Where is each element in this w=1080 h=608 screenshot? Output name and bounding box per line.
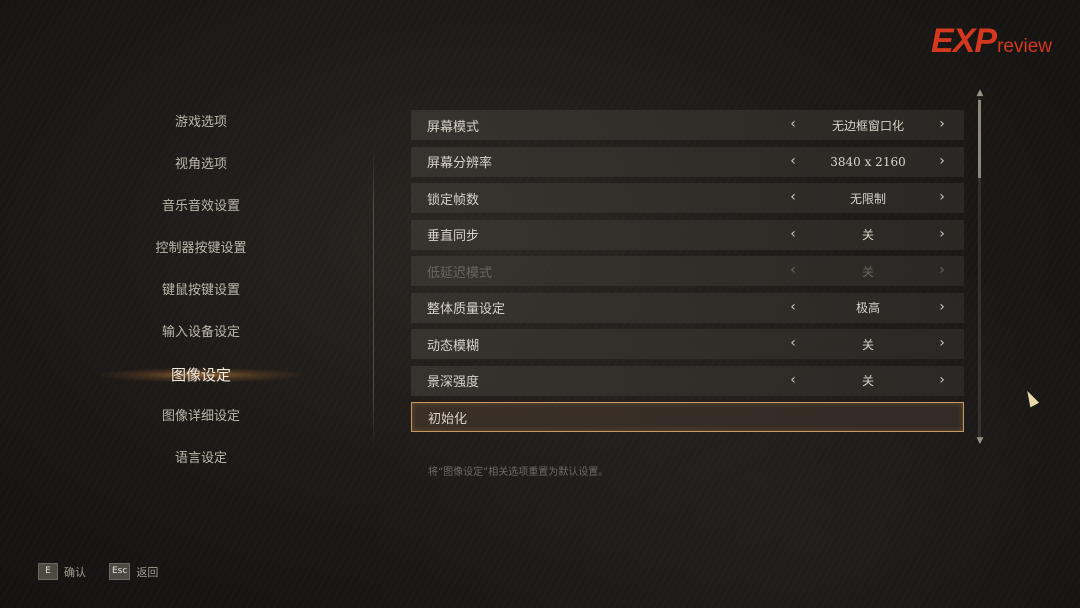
menu-item-camera-options[interactable]: 视角选项 bbox=[96, 144, 306, 186]
menu-item-graphics-detail[interactable]: 图像详细设定 bbox=[96, 396, 306, 438]
menu-item-graphics-settings[interactable]: 图像设定 bbox=[96, 354, 306, 396]
back-hint[interactable]: Esc 返回 bbox=[109, 563, 158, 580]
menu-item-game-options[interactable]: 游戏选项 bbox=[96, 102, 306, 144]
setting-value: 关 bbox=[861, 264, 874, 279]
chevron-left-icon[interactable]: ‹ bbox=[786, 153, 800, 169]
chevron-left-icon: ‹ bbox=[790, 262, 796, 278]
reset-button[interactable]: 初始化 bbox=[411, 402, 964, 432]
chevron-right-icon[interactable]: › bbox=[935, 153, 949, 169]
menu-item-audio-settings[interactable]: 音乐音效设置 bbox=[96, 186, 306, 228]
chevron-right-icon: › bbox=[939, 262, 945, 278]
e-key-icon: E bbox=[38, 563, 58, 580]
menu-item-keyboard-mouse-bindings[interactable]: 键鼠按键设置 bbox=[96, 270, 306, 312]
chevron-left-icon[interactable]: ‹ bbox=[786, 189, 800, 205]
setting-label: 垂直同步 bbox=[427, 229, 480, 244]
setting-row-resolution[interactable]: 屏幕分辨率 ‹ 3840 x 2160 › bbox=[411, 146, 964, 177]
menu-divider bbox=[373, 148, 374, 448]
setting-value: 无限制 bbox=[849, 191, 886, 206]
setting-label: 屏幕模式 bbox=[427, 119, 480, 135]
graphics-settings-list: 屏幕模式 ‹ 无边框窗口化 › 屏幕分辨率 ‹ 3840 x 2160 › 锁定… bbox=[411, 110, 964, 439]
setting-label: 整体质量设定 bbox=[427, 302, 506, 317]
menu-item-input-device[interactable]: 输入设备设定 bbox=[96, 312, 306, 354]
setting-row-low-latency: 低延迟模式 ‹ 关 › bbox=[411, 256, 964, 286]
chevron-left-icon[interactable]: ‹ bbox=[786, 335, 800, 351]
confirm-label: 确认 bbox=[64, 565, 86, 579]
reset-label: 初始化 bbox=[428, 411, 468, 427]
scroll-up-icon[interactable]: ▲ bbox=[974, 88, 986, 98]
menu-item-controller-bindings[interactable]: 控制器按键设置 bbox=[96, 228, 306, 270]
setting-row-frame-limit[interactable]: 锁定帧数 ‹ 无限制 › bbox=[411, 183, 964, 213]
chevron-right-icon[interactable]: › bbox=[935, 299, 949, 315]
chevron-right-icon[interactable]: › bbox=[935, 116, 949, 132]
chevron-left-icon[interactable]: ‹ bbox=[786, 299, 800, 315]
setting-label: 锁定帧数 bbox=[427, 192, 480, 208]
chevron-right-icon[interactable]: › bbox=[935, 335, 949, 351]
logo-exp: EXP bbox=[931, 22, 997, 60]
setting-row-overall-quality[interactable]: 整体质量设定 ‹ 极高 › bbox=[411, 292, 964, 323]
chevron-right-icon[interactable]: › bbox=[935, 189, 949, 205]
esc-key-icon: Esc bbox=[109, 563, 131, 580]
chevron-left-icon[interactable]: ‹ bbox=[786, 372, 800, 388]
setting-value: 关 bbox=[861, 228, 874, 242]
scroll-down-icon[interactable]: ▼ bbox=[974, 436, 986, 446]
setting-description: 将“图像设定”相关选项重置为默认设置。 bbox=[428, 467, 609, 478]
setting-row-depth-of-field[interactable]: 景深强度 ‹ 关 › bbox=[411, 365, 964, 396]
settings-category-menu: 游戏选项 视角选项 音乐音效设置 控制器按键设置 键鼠按键设置 输入设备设定 图… bbox=[96, 102, 306, 480]
setting-value: 关 bbox=[861, 337, 874, 352]
setting-row-motion-blur[interactable]: 动态模糊 ‹ 关 › bbox=[411, 329, 964, 359]
menu-item-language[interactable]: 语言设定 bbox=[96, 438, 306, 480]
setting-value: 关 bbox=[861, 374, 874, 388]
chevron-right-icon[interactable]: › bbox=[935, 372, 949, 388]
scrollbar-thumb[interactable] bbox=[978, 100, 981, 178]
chevron-left-icon[interactable]: ‹ bbox=[786, 116, 800, 132]
confirm-hint[interactable]: E 确认 bbox=[38, 563, 86, 580]
setting-label: 低延迟模式 bbox=[427, 265, 493, 281]
setting-value: 3840 x 2160 bbox=[830, 154, 906, 169]
back-label: 返回 bbox=[136, 565, 159, 579]
setting-label: 动态模糊 bbox=[427, 338, 480, 354]
exp-review-logo: EXP review bbox=[931, 22, 1052, 62]
setting-label: 屏幕分辨率 bbox=[427, 156, 493, 171]
mouse-cursor-icon bbox=[1022, 388, 1040, 408]
chevron-right-icon[interactable]: › bbox=[935, 226, 949, 242]
setting-row-vsync[interactable]: 垂直同步 ‹ 关 › bbox=[411, 219, 964, 250]
setting-row-screen-mode[interactable]: 屏幕模式 ‹ 无边框窗口化 › bbox=[411, 110, 964, 140]
chevron-left-icon[interactable]: ‹ bbox=[786, 226, 800, 242]
setting-value: 无边框窗口化 bbox=[831, 118, 904, 133]
setting-value: 极高 bbox=[855, 301, 880, 315]
setting-label: 景深强度 bbox=[427, 375, 480, 390]
logo-review: review bbox=[997, 36, 1052, 57]
